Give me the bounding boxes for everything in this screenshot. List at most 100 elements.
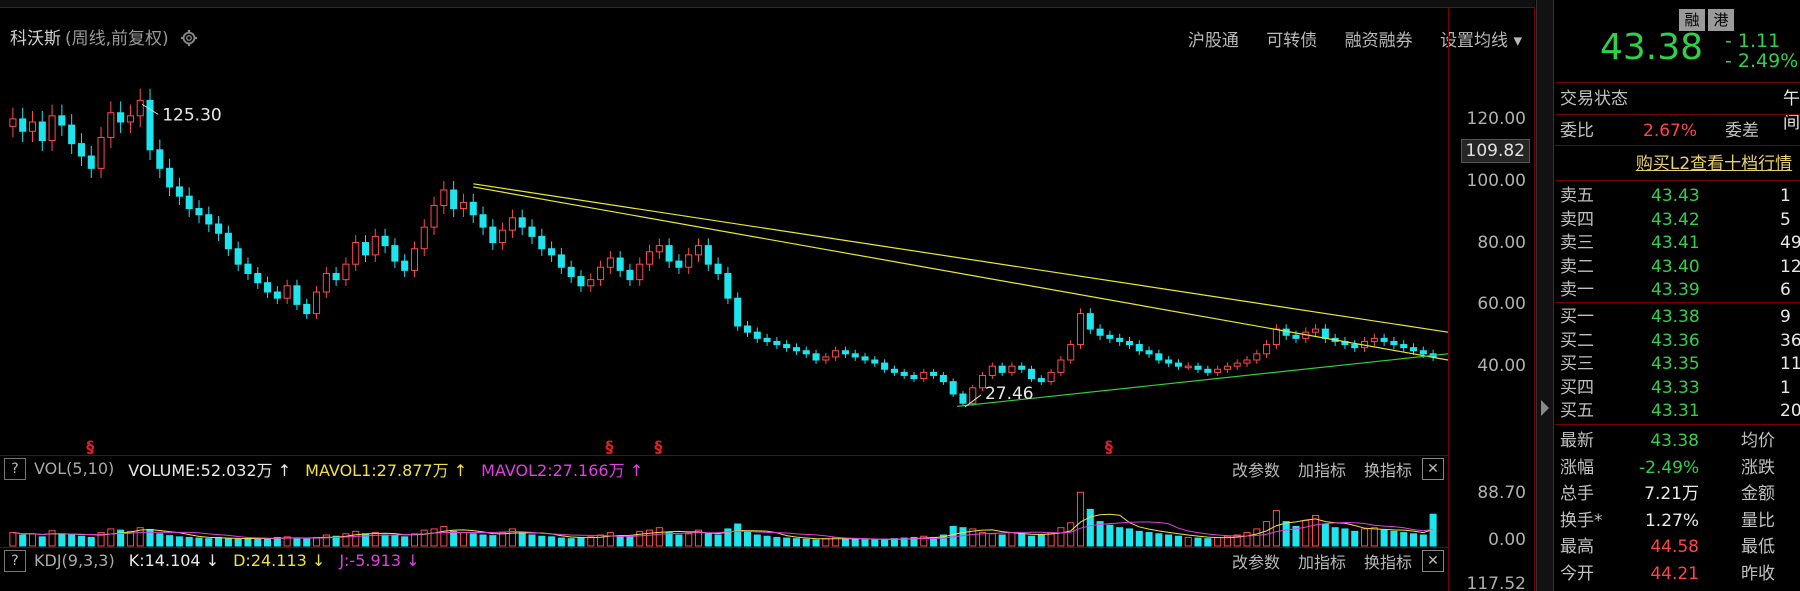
candle-body — [763, 337, 771, 342]
volume-bar — [1331, 527, 1339, 547]
volume-bar — [988, 533, 996, 547]
candle-body — [499, 229, 507, 244]
kdj-j-value: J:-5.913 — [339, 551, 401, 570]
stat-row: 涨幅 -2.49% 涨跌 — [1555, 456, 1800, 480]
candle-body — [802, 350, 810, 355]
price-change-pct: - 2.49% — [1725, 50, 1799, 72]
volume-bar — [77, 535, 85, 547]
sell-level[interactable]: 卖五 43.43 1 — [1555, 184, 1800, 208]
close-icon[interactable]: ✕ — [1422, 549, 1444, 572]
buy-level[interactable]: 买五 43.31 20 — [1555, 399, 1800, 423]
candle-body — [587, 279, 595, 287]
stat-label: 最高 — [1560, 537, 1594, 557]
volume-bar — [1096, 521, 1104, 547]
stat-label: 今开 — [1560, 563, 1594, 584]
kline-chart[interactable]: 125.30 27.46 § § § § — [0, 8, 1448, 591]
candle-body — [68, 124, 76, 145]
toolbar-hgt[interactable]: 沪股通 — [1188, 31, 1239, 51]
sell-level[interactable]: 卖四 43.42 5 — [1555, 208, 1800, 232]
volume-bar — [822, 538, 830, 547]
volume-bar — [312, 536, 321, 547]
sell-level-price: 43.42 — [1651, 209, 1700, 230]
buy-level[interactable]: 买一 43.38 9 — [1555, 305, 1800, 329]
buy-level[interactable]: 买二 43.36 36 — [1555, 329, 1800, 353]
kdj-edit-params[interactable]: 改参数 — [1232, 549, 1280, 573]
candle-body — [851, 353, 859, 358]
candle-body — [1204, 368, 1212, 373]
wb-value: 2.67% — [1643, 121, 1698, 141]
sell-level[interactable]: 卖二 43.40 12 — [1555, 255, 1800, 279]
candle-body — [185, 195, 193, 210]
volume-bar — [450, 530, 458, 547]
candle-body — [126, 115, 134, 123]
candle-body — [626, 269, 634, 281]
candle-body — [636, 263, 644, 281]
candle-body — [753, 331, 761, 339]
volume-bar — [224, 538, 232, 547]
volume-bar — [459, 532, 467, 547]
l2-quote-link[interactable]: 购买L2查看十档行情 — [1619, 152, 1800, 176]
volume-bar — [430, 528, 438, 547]
vol-add-indicator[interactable]: 加指标 — [1298, 457, 1346, 481]
volume-bar — [1067, 522, 1075, 547]
candle-body — [381, 235, 389, 247]
volume-bar — [479, 534, 487, 547]
volume-bar — [352, 530, 360, 547]
volume-bar — [792, 538, 800, 547]
kdj-switch-indicator[interactable]: 换指标 — [1364, 549, 1412, 573]
kdj-add-indicator[interactable]: 加指标 — [1298, 549, 1346, 573]
candle-body — [107, 112, 115, 138]
candle-body — [685, 254, 693, 268]
volume-bar — [195, 537, 203, 547]
volume-bar — [1145, 532, 1153, 547]
top-tab-strip[interactable] — [0, 0, 1535, 8]
chart-area[interactable]: 125.30 27.46 § § § § 科沃斯 (周线,前复权) 沪股通 可转债 融资融券… — [0, 8, 1535, 591]
candle-body — [1380, 337, 1388, 342]
candle-body — [939, 374, 947, 383]
help-icon[interactable]: ? — [4, 457, 26, 480]
event-marker-icon: § — [86, 437, 94, 456]
current-price-marker: 109.82 — [1460, 139, 1530, 164]
buy-level[interactable]: 买四 43.33 1 — [1555, 376, 1800, 400]
candle-body — [734, 297, 742, 327]
volume-bar — [1165, 534, 1173, 547]
vol-edit-params[interactable]: 改参数 — [1232, 457, 1280, 481]
volume-bar — [58, 533, 66, 547]
candle-body — [1116, 337, 1124, 342]
candle-body — [646, 251, 654, 265]
candle-body — [1351, 344, 1359, 349]
candle-body — [1057, 359, 1065, 373]
close-icon[interactable]: ✕ — [1422, 457, 1444, 480]
toolbar-margin[interactable]: 融资融券 — [1345, 31, 1413, 51]
panel-collapse-handle[interactable] — [1536, 0, 1554, 591]
candle-body — [930, 371, 938, 376]
buy-level-price: 43.36 — [1651, 330, 1700, 351]
toolbar-convertible[interactable]: 可转债 — [1266, 31, 1317, 51]
candle-body — [97, 136, 105, 169]
volume-bar — [587, 536, 595, 547]
candle-body — [900, 371, 908, 376]
candle-body — [19, 118, 27, 132]
candle-body — [606, 257, 614, 268]
candle-body — [361, 242, 370, 256]
candle-body — [1233, 362, 1241, 367]
volume-bar — [1135, 530, 1143, 547]
volume-bar — [264, 538, 272, 547]
kdj-panel-actions: 改参数 加指标 换指标 ✕ — [1214, 549, 1444, 573]
sell-level[interactable]: 卖一 43.39 6 — [1555, 278, 1800, 302]
help-icon[interactable]: ? — [4, 549, 26, 572]
volume-bar — [420, 529, 428, 547]
buy-level[interactable]: 买三 43.35 11 — [1555, 352, 1800, 376]
gear-icon[interactable] — [180, 29, 198, 47]
volume-bar — [87, 536, 95, 547]
volume-bar — [68, 534, 76, 547]
stat-label-2: 最低 — [1741, 537, 1775, 557]
volume-bar — [19, 534, 27, 547]
sell-level-volume: 5 — [1780, 209, 1791, 230]
volume-bar — [998, 534, 1006, 547]
volume-bar — [1037, 534, 1045, 547]
volume-bar — [1214, 536, 1222, 547]
sell-level[interactable]: 卖三 43.41 49 — [1555, 231, 1800, 255]
volume-bar — [518, 532, 526, 547]
vol-switch-indicator[interactable]: 换指标 — [1364, 457, 1412, 481]
